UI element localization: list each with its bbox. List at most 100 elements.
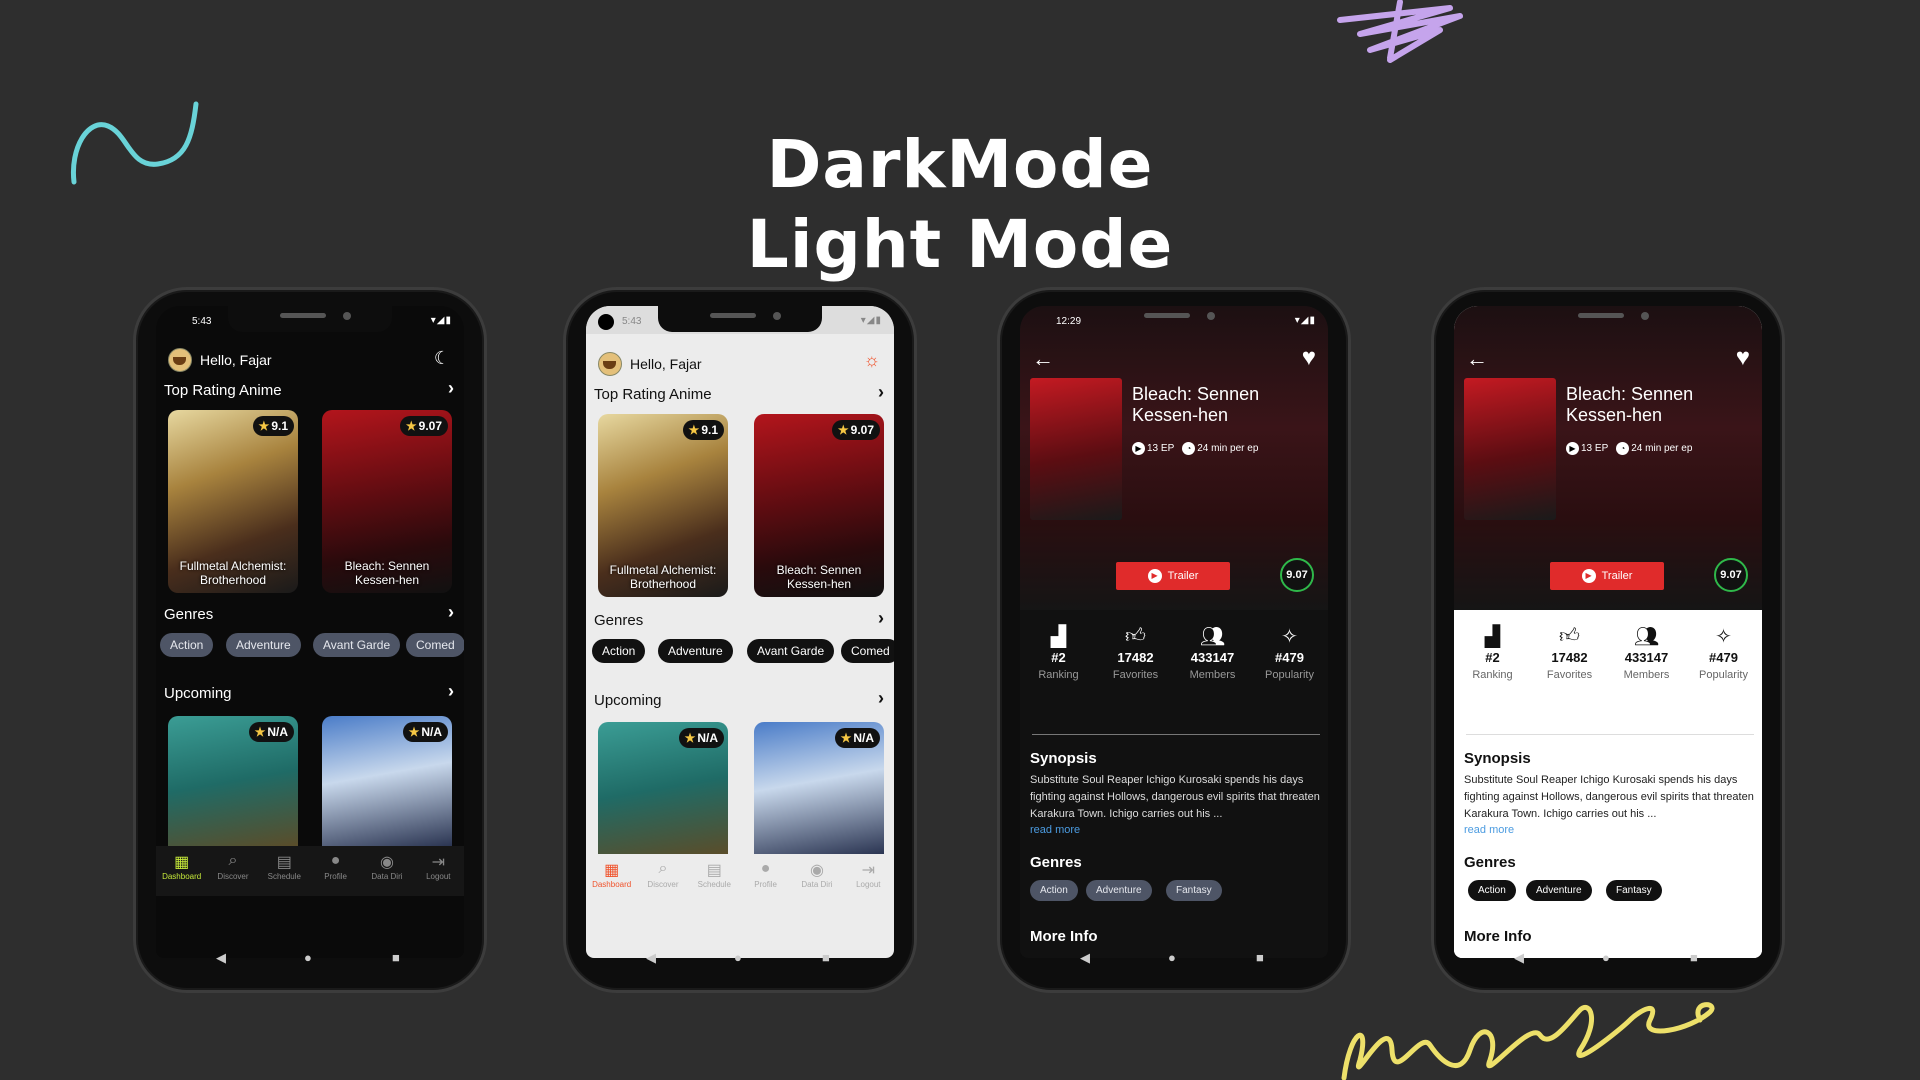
genre-chip[interactable]: Action bbox=[1030, 880, 1078, 901]
moon-icon[interactable]: ☾ bbox=[434, 348, 450, 369]
genre-chip[interactable]: Comed bbox=[841, 639, 894, 663]
anime-poster bbox=[1030, 378, 1122, 520]
clock-icon: ◔ bbox=[1182, 442, 1196, 455]
star-icon: ★ bbox=[254, 725, 266, 739]
sun-icon[interactable]: ☼ bbox=[864, 350, 881, 371]
anime-card-bleach[interactable]: ★ 9.07 Bleach: Sennen Kessen-hen bbox=[754, 414, 884, 597]
nav-data-diri[interactable]: ◉ Data Diri bbox=[792, 854, 842, 904]
genre-chip[interactable]: Adventure bbox=[226, 633, 301, 657]
anime-card-title: Fullmetal Alchemist: Brotherhood bbox=[609, 563, 717, 591]
home-nav-icon[interactable]: ● bbox=[734, 950, 742, 965]
upcoming-title: Upcoming bbox=[164, 685, 232, 702]
heart-icon[interactable]: ♥ bbox=[1302, 344, 1316, 372]
chevron-right-icon[interactable]: › bbox=[448, 378, 454, 399]
genre-chip[interactable]: Fantasy bbox=[1166, 880, 1222, 901]
phone-dashboard-dark: 5:43 ▾◢▮ Hello, Fajar ☾ Top Rating Anime… bbox=[133, 287, 487, 993]
rating-badge: ★ N/A bbox=[678, 728, 724, 748]
trailer-button[interactable]: ▶ Trailer bbox=[1550, 562, 1664, 590]
genre-chip[interactable]: Adventure bbox=[1086, 880, 1152, 901]
read-more-link[interactable]: read more bbox=[1464, 824, 1514, 836]
genre-chip[interactable]: Avant Garde bbox=[313, 633, 401, 657]
clapperboard-icon: ▦ bbox=[604, 862, 620, 879]
back-arrow-icon[interactable]: ← bbox=[1466, 346, 1488, 372]
avatar[interactable] bbox=[598, 352, 622, 376]
genre-chip[interactable]: Adventure bbox=[658, 639, 733, 663]
recents-nav-icon[interactable]: ■ bbox=[1256, 950, 1264, 965]
back-nav-icon[interactable]: ◀ bbox=[216, 950, 226, 966]
chevron-right-icon[interactable]: › bbox=[448, 681, 454, 702]
genre-chip[interactable]: Adventure bbox=[1526, 880, 1592, 901]
anime-card-upcoming[interactable]: ★ N/A bbox=[322, 716, 452, 846]
account-circle-icon: ◉ bbox=[379, 854, 394, 871]
nav-profile[interactable]: ● Profile bbox=[311, 846, 361, 896]
back-nav-icon[interactable]: ◀ bbox=[1080, 950, 1090, 966]
home-nav-icon[interactable]: ● bbox=[1168, 950, 1176, 965]
home-nav-icon[interactable]: ● bbox=[304, 950, 312, 965]
back-arrow-icon[interactable]: ← bbox=[1032, 346, 1054, 372]
system-nav: ◀ ● ■ bbox=[1454, 936, 1762, 982]
anime-card-bleach[interactable]: ★ 9.07 Bleach: Sennen Kessen-hen bbox=[322, 410, 452, 593]
system-nav: ◀ ● ■ bbox=[156, 936, 464, 982]
person-icon: ● bbox=[330, 852, 341, 869]
anime-card-fma[interactable]: ★ 9.1 Fullmetal Alchemist: Brotherhood bbox=[598, 414, 728, 597]
chevron-right-icon[interactable]: › bbox=[878, 688, 884, 709]
genre-chip[interactable]: Action bbox=[592, 639, 646, 663]
trailer-button[interactable]: ▶ Trailer bbox=[1116, 562, 1230, 590]
back-nav-icon[interactable]: ◀ bbox=[646, 950, 656, 966]
system-nav: ◀ ● ■ bbox=[586, 936, 894, 982]
nav-logout[interactable]: ⇥ Logout bbox=[843, 854, 893, 904]
nav-discover[interactable]: ⌕ Discover bbox=[638, 854, 688, 904]
home-nav-icon[interactable]: ● bbox=[1602, 950, 1610, 965]
greeting-text: Hello, Fajar bbox=[630, 356, 702, 372]
star-icon: ★ bbox=[840, 731, 852, 745]
status-time: 5:43 bbox=[622, 316, 642, 327]
anime-card-title: Bleach: Sennen Kessen-hen bbox=[776, 563, 862, 591]
nav-profile[interactable]: ● Profile bbox=[741, 854, 791, 904]
anime-card-upcoming[interactable]: ★ N/A bbox=[754, 722, 884, 854]
nav-discover[interactable]: ⌕ Discover bbox=[208, 846, 258, 896]
back-nav-icon[interactable]: ◀ bbox=[1514, 950, 1524, 966]
anime-card-upcoming[interactable]: ★ N/A bbox=[598, 722, 728, 854]
bottom-nav: ▦ Dashboard ⌕ Discover ▤ Schedule ● Profile … bbox=[586, 854, 894, 904]
genre-chip[interactable]: Action bbox=[1468, 880, 1516, 901]
recents-nav-icon[interactable]: ■ bbox=[392, 950, 400, 965]
chevron-right-icon[interactable]: › bbox=[448, 602, 454, 623]
greeting-text: Hello, Fajar bbox=[200, 352, 272, 368]
anime-card-fma[interactable]: ★ 9.1 Fullmetal Alchemist: Brotherhood bbox=[168, 410, 298, 593]
star-icon: ★ bbox=[684, 731, 696, 745]
nav-logout[interactable]: ⇥ Logout bbox=[413, 846, 463, 896]
nav-dashboard[interactable]: ▦ Dashboard bbox=[587, 854, 637, 904]
users-icon: 👥︎ bbox=[1633, 626, 1660, 648]
person-icon: ● bbox=[760, 860, 771, 877]
rating-badge: ★ N/A bbox=[248, 722, 294, 742]
status-icons: ▾◢▮ bbox=[1294, 315, 1316, 326]
chevron-right-icon[interactable]: › bbox=[878, 382, 884, 403]
anime-card-upcoming[interactable]: ★ N/A bbox=[168, 716, 298, 846]
chevron-right-icon[interactable]: › bbox=[878, 608, 884, 629]
play-circle-icon: ▶ bbox=[1132, 442, 1145, 455]
recents-nav-icon[interactable]: ■ bbox=[822, 950, 830, 965]
nav-dashboard[interactable]: ▦ Dashboard bbox=[157, 846, 207, 896]
play-icon: ▶ bbox=[1581, 569, 1596, 583]
genre-chip[interactable]: Comed bbox=[406, 633, 464, 657]
divider bbox=[1032, 734, 1320, 735]
headline-darkmode: DarkMode bbox=[766, 126, 1154, 203]
rating-badge: ★ 9.1 bbox=[252, 416, 294, 436]
nav-schedule[interactable]: ▤ Schedule bbox=[259, 846, 309, 896]
recents-nav-icon[interactable]: ■ bbox=[1690, 950, 1698, 965]
bar-chart-icon: ▟ bbox=[1484, 626, 1501, 648]
genre-chip[interactable]: Action bbox=[160, 633, 214, 657]
thumbs-up-icon: 👍︎ bbox=[1125, 625, 1146, 647]
phone-detail-light: ← ♥ Bleach: Sennen Kessen-hen ▶ 13 EP ◔ 24… bbox=[1431, 287, 1785, 993]
anime-meta: ▶ 13 EP ◔ 24 min per ep bbox=[1566, 442, 1692, 455]
nav-data-diri[interactable]: ◉ Data Diri bbox=[362, 846, 412, 896]
score-badge: 9.07 bbox=[1280, 558, 1314, 592]
account-circle-icon: ◉ bbox=[809, 862, 824, 879]
read-more-link[interactable]: read more bbox=[1030, 824, 1080, 836]
nav-schedule[interactable]: ▤ Schedule bbox=[689, 854, 739, 904]
genre-chip[interactable]: Avant Garde bbox=[747, 639, 835, 663]
thumbs-up-icon: 👍︎ bbox=[1559, 625, 1580, 647]
heart-icon[interactable]: ♥ bbox=[1736, 344, 1750, 372]
genre-chip[interactable]: Fantasy bbox=[1606, 880, 1662, 901]
avatar[interactable] bbox=[168, 348, 192, 372]
